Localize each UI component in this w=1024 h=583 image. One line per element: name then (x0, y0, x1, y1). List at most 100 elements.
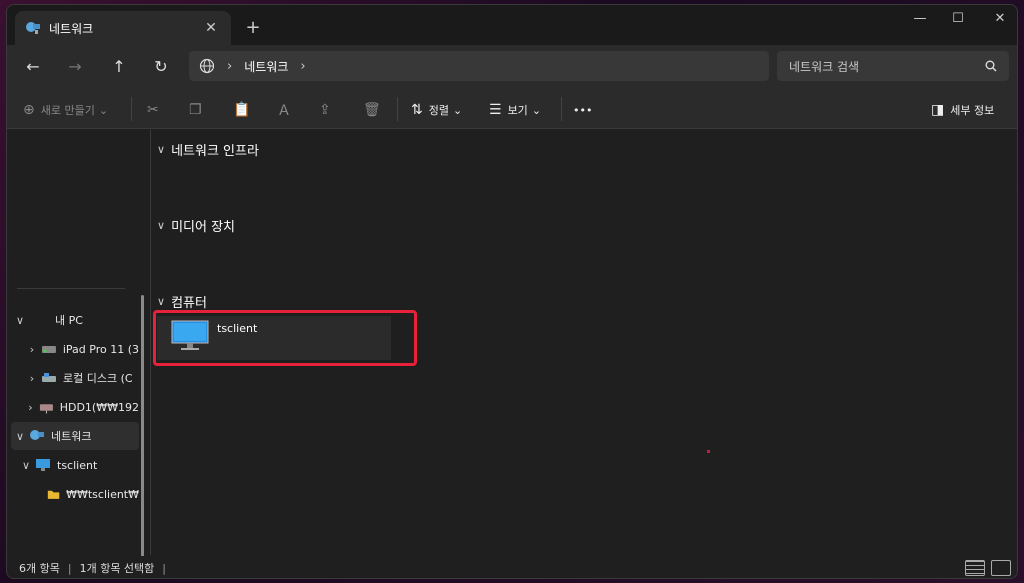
status-separator: | (67, 561, 72, 575)
sidebar-item-label: 내 PC (55, 314, 83, 327)
details-pane-button[interactable]: ◨ 세부 정보 (931, 99, 994, 121)
breadcrumb-chevron-icon[interactable]: › (227, 59, 232, 74)
maximize-button[interactable]: ☐ (943, 11, 973, 26)
sidebar-item-tsclient[interactable]: ∨ tsclient (11, 451, 139, 479)
share-button[interactable]: ⇪ (319, 99, 337, 121)
group-computers[interactable]: ∨ 컴퓨터 (157, 292, 207, 311)
group-network-infrastructure[interactable]: ∨ 네트워크 인프라 (157, 140, 259, 159)
network-icon (26, 22, 40, 34)
close-tab-icon[interactable]: ✕ (201, 20, 221, 36)
expand-arrow-icon[interactable]: ∨ (17, 459, 35, 472)
new-tab-button[interactable]: + (243, 17, 263, 38)
details-view-button[interactable] (965, 560, 985, 576)
expand-arrow-icon[interactable]: ∨ (11, 314, 29, 327)
network-icon (30, 430, 44, 440)
title-bar: 네트워크 ✕ + — ☐ ✕ (7, 5, 1017, 45)
sidebar-item-network[interactable]: ∨ 네트워크 (11, 422, 139, 450)
large-icons-view-button[interactable] (991, 560, 1011, 576)
selected-count: 1개 항목 선택함 (79, 562, 155, 575)
sidebar-item-ipad[interactable]: › iPad Pro 11 (3 (11, 335, 139, 363)
file-explorer-window: 네트워크 ✕ + — ☐ ✕ ← → ↑ ↻ › 네트워크 › 네트워크 검색 (6, 4, 1018, 579)
collapse-arrow-icon[interactable]: ∨ (157, 219, 165, 232)
rename-button[interactable]: Ａ (277, 99, 297, 121)
collapse-arrow-icon[interactable]: ∨ (157, 143, 165, 156)
refresh-button[interactable]: ↻ (149, 55, 173, 79)
item-count: 6개 항목 (19, 562, 60, 575)
trash-icon: 🗑 (363, 102, 381, 118)
copy-icon: ❐ (189, 102, 202, 118)
sidebar-divider (17, 288, 125, 289)
chevron-down-icon: ⌄ (531, 103, 542, 117)
expand-arrow-icon[interactable]: › (23, 343, 41, 356)
disk-icon (42, 373, 56, 382)
monitor-icon (36, 459, 50, 471)
sort-icon: ⇅ (411, 102, 423, 118)
view-button-label: 보기 (507, 104, 528, 117)
globe-icon (199, 58, 215, 74)
tab-network[interactable]: 네트워크 ✕ (15, 11, 231, 45)
navigation-pane: ∨ 내 PC › iPad Pro 11 (3 › 로컬 디스크 (C › HD… (7, 130, 139, 555)
address-bar[interactable]: › 네트워크 › (189, 51, 769, 81)
scissors-icon: ✂ (147, 102, 159, 118)
cut-button[interactable]: ✂ (147, 99, 165, 121)
clipboard-icon: 📋 (233, 102, 251, 118)
new-button-label: 새로 만들기 (40, 104, 95, 117)
up-button[interactable]: ↑ (107, 55, 131, 79)
collapse-arrow-icon[interactable]: ∨ (157, 295, 165, 308)
sidebar-item-label: iPad Pro 11 (3 (62, 342, 139, 356)
status-bar: 6개 항목 | 1개 항목 선택함 | (7, 556, 1017, 578)
sidebar-item-local-disk[interactable]: › 로컬 디스크 (C (11, 364, 139, 392)
delete-button[interactable]: 🗑 (363, 99, 387, 121)
sidebar-item-tsclient-share[interactable]: ₩₩tsclient₩ (11, 480, 139, 508)
forward-button[interactable]: → (63, 55, 87, 79)
minimize-button[interactable]: — (905, 11, 935, 26)
sort-button-label: 정렬 (428, 104, 449, 117)
content-pane: ∨ 네트워크 인프라 ∨ 미디어 장치 ∨ 컴퓨터 tsclient (151, 130, 1017, 555)
plus-circle-icon: ⊕ (23, 102, 35, 118)
sidebar-item-label: 로컬 디스크 (C (63, 372, 133, 385)
sort-button[interactable]: ⇅ 정렬 ⌄ (411, 99, 462, 121)
view-button[interactable]: ☰ 보기 ⌄ (489, 99, 541, 121)
sidebar-item-this-pc[interactable]: ∨ 내 PC (11, 306, 139, 334)
chevron-down-icon: ⌄ (98, 103, 109, 117)
new-button[interactable]: ⊕ 새로 만들기 ⌄ (23, 99, 108, 121)
sidebar-item-label: ₩₩tsclient₩ (66, 487, 139, 501)
group-label: 네트워크 인프라 (171, 144, 259, 159)
highlight-annotation (153, 310, 417, 366)
group-label: 미디어 장치 (171, 220, 235, 235)
share-icon: ⇪ (319, 102, 331, 118)
expand-arrow-icon[interactable]: › (23, 372, 41, 385)
toolbar-divider (561, 97, 562, 121)
sidebar-item-label: HDD1(₩₩192 (59, 400, 139, 414)
search-input[interactable]: 네트워크 검색 (777, 51, 1009, 81)
group-media-devices[interactable]: ∨ 미디어 장치 (157, 216, 235, 235)
more-icon: ••• (573, 103, 593, 117)
tab-title: 네트워크 (49, 21, 94, 36)
annotation-dot (707, 450, 710, 453)
back-button[interactable]: ← (21, 55, 45, 79)
rename-icon: Ａ (277, 103, 291, 119)
expand-arrow-icon[interactable]: › (22, 401, 39, 414)
drive-icon (41, 346, 56, 353)
expand-arrow-icon[interactable]: ∨ (11, 430, 29, 443)
sidebar-scrollbar[interactable] (141, 295, 144, 557)
folder-icon (47, 490, 60, 499)
group-label: 컴퓨터 (171, 296, 207, 311)
search-placeholder: 네트워크 검색 (789, 59, 860, 74)
details-button-label: 세부 정보 (950, 104, 995, 117)
breadcrumb-network[interactable]: 네트워크 (244, 58, 288, 75)
copy-button[interactable]: ❐ (189, 99, 208, 121)
details-pane-icon: ◨ (931, 102, 945, 118)
search-icon (985, 60, 997, 72)
toolbar-divider (131, 97, 132, 121)
more-options-button[interactable]: ••• (573, 99, 592, 121)
breadcrumb-chevron-icon[interactable]: › (300, 59, 305, 74)
view-list-icon: ☰ (489, 102, 502, 118)
close-window-button[interactable]: ✕ (985, 11, 1015, 26)
status-separator: | (162, 561, 167, 575)
sidebar-item-label: tsclient (57, 458, 98, 472)
paste-button[interactable]: 📋 (233, 99, 256, 121)
sidebar-item-label: 네트워크 (51, 430, 92, 443)
toolbar-divider (397, 97, 398, 121)
sidebar-item-hdd1[interactable]: › HDD1(₩₩192 (11, 393, 139, 421)
